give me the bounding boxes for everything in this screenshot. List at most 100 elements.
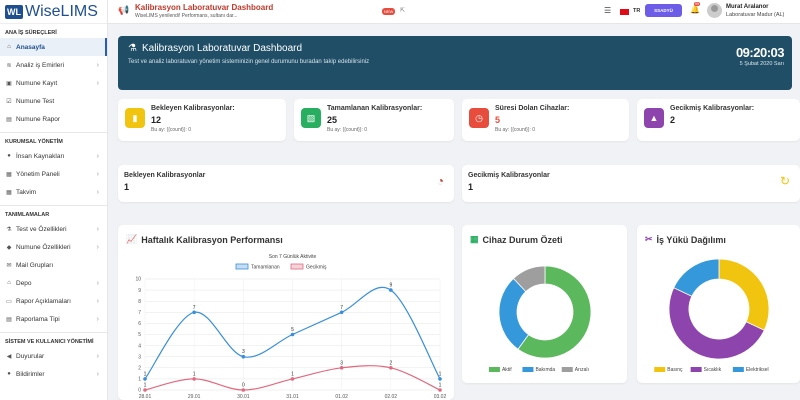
data-label: 1	[193, 371, 196, 377]
sidebar-menu: ANA İŞ SÜREÇLERİ ⌂ Anasayfa ≋ Analiz iş Emir…	[0, 28, 107, 383]
stat-card[interactable]: ◷ Süresi Dolan Cihazlar: 5 Bu ay: {{coun…	[462, 99, 629, 141]
chart-title: Son 7 Günlük Aktivite	[269, 254, 317, 260]
workload-card: ✂ İş Yükü Dağılımı Basınç Sıcaklık Elektri…	[637, 225, 800, 383]
y-tick-label: 10	[135, 277, 141, 283]
y-tick-label: 7	[138, 310, 141, 316]
home-icon: ⌂	[7, 44, 11, 50]
sidebar-item-label: Depo	[16, 279, 32, 287]
sidebar-item[interactable]: ▭ Rapor Açıklamaları ›	[0, 292, 107, 310]
data-point	[143, 388, 147, 392]
data-point	[339, 366, 344, 370]
sidebar-item[interactable]: ▤ Numune Rapor	[0, 110, 107, 128]
external-link-icon[interactable]: ⇱	[400, 7, 405, 14]
sidebar-item[interactable]: ◀ Duyurular ›	[0, 347, 107, 365]
sidebar-item[interactable]: ▦ Takvim ›	[0, 183, 107, 201]
legend-label: Aktif	[502, 367, 512, 373]
stat-card[interactable]: ▲ Gecikmiş Kalibrasyonlar: 2	[637, 99, 800, 141]
chevron-right-icon: ›	[96, 152, 99, 160]
chevron-right-icon: ›	[96, 188, 99, 196]
turkey-flag-icon[interactable]	[620, 9, 629, 15]
stat-card[interactable]: ▧ Tamamlanan Kalibrasyonlar: 25 Bu ay: {…	[294, 99, 454, 141]
bell-icon[interactable]: 🔔	[690, 5, 700, 14]
stat-card[interactable]: ▮ Bekleyen Kalibrasyonlar: 12 Bu ay: {{c…	[118, 99, 286, 141]
legend-swatch	[690, 367, 702, 372]
sidebar-item-label: Numune Rapor	[16, 115, 61, 123]
legend-label: Elektriksel	[746, 367, 769, 373]
sidebar-divider	[0, 132, 107, 133]
stat-sub: Bu ay: {{count}}: 0	[495, 127, 536, 133]
sidebar-item-label: Numune Kayıt	[16, 79, 58, 87]
device-status-card: ▦ Cihaz Durum Özeti Aktif Bakımda Arızalı	[462, 225, 627, 383]
calendar-icon: ▦	[6, 189, 12, 196]
comment-icon: ▭	[6, 298, 12, 305]
sidebar-item[interactable]: ▣ Numune Kayıt ›	[0, 74, 107, 92]
legend-label: Arızalı	[575, 367, 589, 373]
topbar-action-button[interactable]: SSADYÜ	[645, 4, 682, 17]
sidebar-item-label: Test ve Özellikleri	[16, 225, 67, 233]
sidebar-item[interactable]: ▦ Yönetim Paneli ›	[0, 165, 107, 183]
stat-value: 12	[151, 115, 162, 125]
topbar-subtitle: WiseLIMS yenilendi! Performans, sultanı …	[135, 13, 238, 19]
language-label[interactable]: TR	[633, 8, 640, 14]
sidebar-item-label: Numune Özellikleri	[16, 243, 71, 251]
refresh-icon[interactable]: ↻	[780, 174, 790, 188]
logo-mark: WL	[5, 4, 23, 19]
legend-swatch	[522, 367, 534, 372]
legend-swatch	[235, 263, 249, 270]
data-label: 2	[389, 360, 392, 366]
sidebar-item-label: Rapor Açıklamaları	[16, 297, 71, 305]
sidebar-item[interactable]: ◆ Numune Özellikleri ›	[0, 238, 107, 256]
sidebar-item[interactable]: ● Bildirimler ›	[0, 365, 107, 383]
summary-label: Gecikmiş Kalibrasyonlar	[468, 172, 550, 179]
sidebar-item[interactable]: ● İnsan Kaynakları ›	[0, 147, 107, 165]
sidebar-item[interactable]: ⌂ Anasayfa	[0, 38, 107, 56]
summary-card[interactable]: Gecikmiş Kalibrasyonlar 1 ↻	[462, 165, 800, 202]
data-label: 1	[439, 371, 442, 377]
banner-subtitle: Test ve analiz laboratuvarı yönetim sist…	[128, 59, 370, 65]
y-tick-label: 6	[138, 321, 141, 327]
legend-label: Tamamlanan	[251, 265, 280, 271]
data-label: 3	[340, 360, 343, 366]
sidebar-item[interactable]: ⚗ Test ve Özellikleri ›	[0, 220, 107, 238]
sidebar-item-label: Takvim	[16, 188, 37, 196]
y-tick-label: 8	[138, 299, 141, 305]
sidebar-section-title: KURUMSAL YÖNETİM	[5, 139, 63, 145]
certificate-icon: ▧	[301, 108, 321, 128]
x-tick-label: 30.01	[237, 394, 250, 400]
data-point	[389, 288, 393, 292]
sidebar-item[interactable]: ☑ Numune Test	[0, 92, 107, 110]
report-icon: ▤	[6, 316, 12, 323]
sidebar-item[interactable]: ⌂ Depo ›	[0, 274, 107, 292]
legend-label: Gecikmiş	[306, 265, 327, 271]
data-label: 5	[291, 327, 294, 333]
topbar: 📢 Kalibrasyon Laboratuvar Dashboard Wise…	[108, 0, 800, 24]
summary-label: Bekleyen Kalibrasyonlar	[124, 172, 206, 179]
stat-label: Süresi Dolan Cihazlar:	[495, 105, 570, 112]
summary-card[interactable]: Bekleyen Kalibrasyonlar 1 ◔	[118, 165, 454, 202]
history-icon[interactable]: ◔	[437, 174, 444, 188]
legend-swatch	[561, 367, 573, 372]
stat-value: 25	[327, 115, 338, 125]
logo[interactable]: WL WiseLIMS	[0, 0, 107, 24]
fuel-icon: ▮	[125, 108, 145, 128]
warehouse-icon: ⌂	[7, 280, 11, 286]
y-tick-label: 2	[138, 366, 141, 372]
sidebar-item[interactable]: ▤ Raporlama Tipi ›	[0, 310, 107, 328]
data-point	[241, 354, 246, 359]
menu-icon[interactable]: ☰	[604, 6, 611, 15]
avatar[interactable]	[707, 3, 722, 18]
user-name[interactable]: Murat Aralanor	[726, 4, 768, 10]
user-role: Laboratuvar Madur (AL)	[726, 12, 785, 18]
sidebar-section-title: SİSTEM VE KULLANICI YÖNETİMİ	[5, 339, 94, 345]
sidebar-item-label: Bildirimler	[16, 370, 45, 378]
flask-icon: ⚗	[6, 226, 12, 233]
sidebar-item-label: Numune Test	[16, 97, 55, 105]
sidebar-item[interactable]: ≋ Analiz iş Emirleri ›	[0, 56, 107, 74]
workload-donut-chart: Basınç Sıcaklık Elektriksel	[654, 258, 770, 373]
sidebar-item[interactable]: ✉ Mail Grupları	[0, 256, 107, 274]
y-tick-label: 1	[138, 377, 141, 383]
sidebar-section-title: TANIMLAMALAR	[5, 212, 50, 218]
data-point	[241, 388, 246, 392]
donut-slice	[673, 258, 720, 297]
stat-sub: Bu ay: {{count}}: 0	[327, 127, 368, 133]
